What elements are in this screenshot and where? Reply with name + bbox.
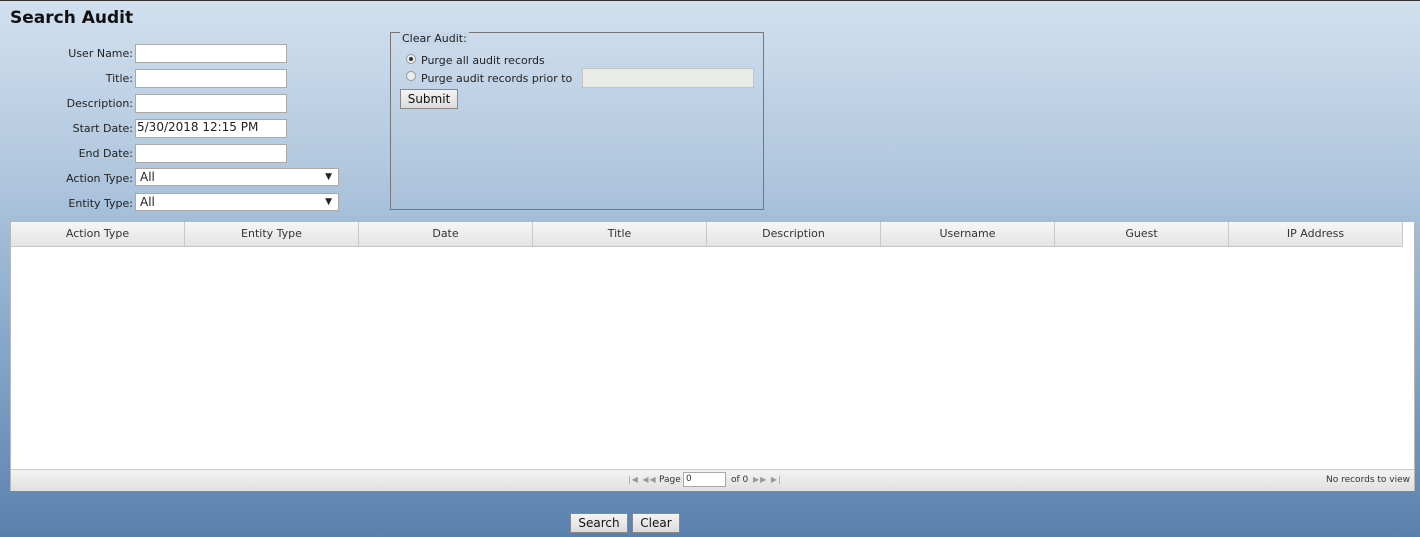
page-title: Search Audit bbox=[10, 8, 134, 28]
end-date-input[interactable] bbox=[135, 144, 287, 163]
pager-of-label: of 0 bbox=[731, 475, 749, 485]
grid-header: Action Type Entity Type Date Title Descr… bbox=[11, 222, 1403, 247]
action-type-label: Action Type: bbox=[66, 172, 133, 185]
pager-next-last: ▶▶ ▶| bbox=[753, 475, 782, 484]
clear-button[interactable]: Clear bbox=[632, 513, 680, 533]
column-header-title[interactable]: Title bbox=[533, 222, 707, 246]
top-border bbox=[0, 0, 1420, 1]
submit-button[interactable]: Submit bbox=[400, 89, 458, 109]
column-header-entity-type[interactable]: Entity Type bbox=[185, 222, 359, 246]
description-label: Description: bbox=[66, 97, 133, 110]
purge-all-label: Purge all audit records bbox=[421, 54, 545, 67]
start-date-label: Start Date: bbox=[72, 122, 133, 135]
column-header-username[interactable]: Username bbox=[881, 222, 1055, 246]
next-page-icon[interactable]: ▶▶ bbox=[753, 475, 767, 484]
audit-grid: Action Type Entity Type Date Title Descr… bbox=[10, 221, 1415, 491]
column-header-description[interactable]: Description bbox=[707, 222, 881, 246]
pager-page-input[interactable]: 0 bbox=[683, 472, 726, 487]
entity-type-label: Entity Type: bbox=[68, 197, 133, 210]
pager-page-label: Page bbox=[659, 475, 681, 485]
clear-audit-legend: Clear Audit: bbox=[400, 32, 469, 45]
dropdown-arrow-icon: ▼ bbox=[325, 172, 332, 182]
purge-prior-label: Purge audit records prior to bbox=[421, 72, 573, 85]
action-type-select[interactable]: All ▼ bbox=[135, 168, 339, 186]
user-name-label: User Name: bbox=[68, 47, 133, 60]
grid-pager: |◀ ◀◀ Page 0 of 0 ▶▶ ▶| No records to vi… bbox=[11, 469, 1414, 491]
entity-type-select[interactable]: All ▼ bbox=[135, 193, 339, 211]
search-button[interactable]: Search bbox=[570, 513, 628, 533]
purge-all-radio[interactable] bbox=[406, 54, 416, 64]
title-input[interactable] bbox=[135, 69, 287, 88]
column-header-action-type[interactable]: Action Type bbox=[11, 222, 185, 246]
purge-prior-date-input[interactable] bbox=[582, 68, 754, 88]
first-page-icon[interactable]: |◀ bbox=[628, 475, 639, 484]
description-input[interactable] bbox=[135, 94, 287, 113]
start-date-input[interactable]: 5/30/2018 12:15 PM bbox=[135, 119, 287, 138]
title-label: Title: bbox=[105, 72, 133, 85]
end-date-label: End Date: bbox=[78, 147, 133, 160]
user-name-input[interactable] bbox=[135, 44, 287, 63]
purge-prior-radio[interactable] bbox=[406, 71, 416, 81]
pager-first-prev: |◀ ◀◀ bbox=[628, 475, 657, 484]
column-header-guest[interactable]: Guest bbox=[1055, 222, 1229, 246]
column-header-ip-address[interactable]: IP Address bbox=[1229, 222, 1403, 246]
prev-page-icon[interactable]: ◀◀ bbox=[642, 475, 656, 484]
last-page-icon[interactable]: ▶| bbox=[771, 475, 782, 484]
dropdown-arrow-icon: ▼ bbox=[325, 197, 332, 207]
column-header-date[interactable]: Date bbox=[359, 222, 533, 246]
action-type-value: All bbox=[140, 170, 155, 184]
entity-type-value: All bbox=[140, 195, 155, 209]
records-status: No records to view bbox=[1325, 475, 1410, 485]
